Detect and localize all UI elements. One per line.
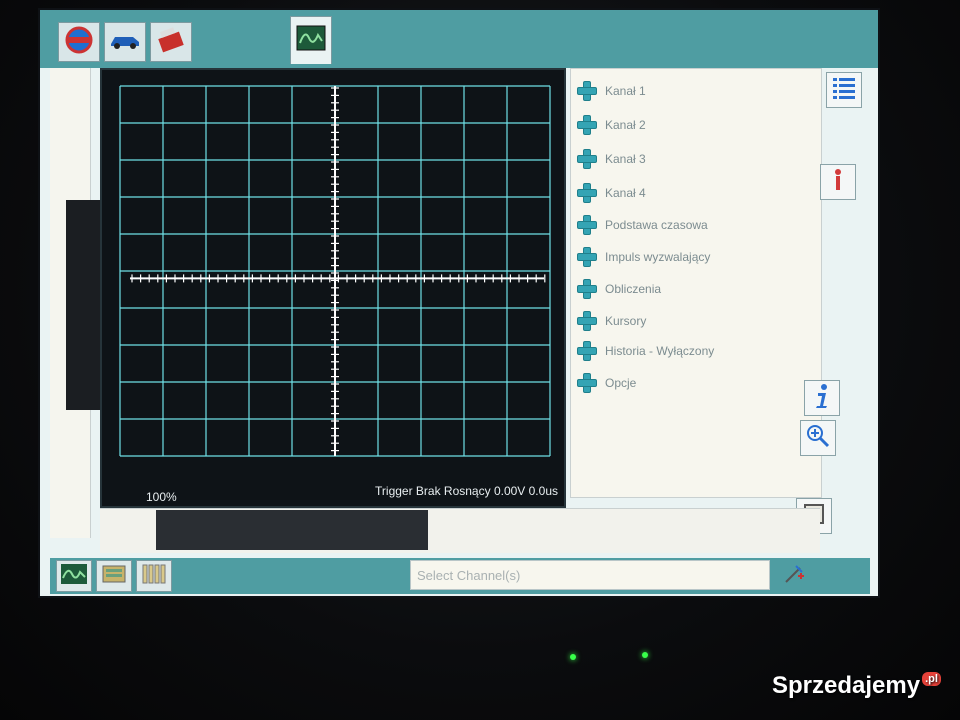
car-icon (109, 30, 141, 55)
menu-item-label: Kanał 3 (605, 152, 646, 166)
plus-icon (577, 279, 597, 299)
plus-icon (577, 311, 597, 331)
info-button[interactable] (804, 380, 840, 416)
battery-pack-button[interactable] (136, 560, 172, 592)
zoom-percentage: 100% (146, 490, 177, 504)
menu-item-trigger[interactable]: Impuls wyzwalający (577, 245, 710, 269)
info-icon (810, 382, 834, 415)
menu-item-kanal-3[interactable]: Kanał 3 (577, 147, 646, 171)
zoom-icon (805, 423, 831, 454)
toolbox-icon (156, 25, 186, 60)
scope-mode-button[interactable] (56, 560, 92, 592)
plus-icon (577, 81, 597, 101)
menu-item-options[interactable]: Opcje (577, 371, 636, 395)
plus-icon (577, 373, 597, 393)
person-button[interactable] (820, 164, 856, 200)
menu-item-label: Kanał 2 (605, 118, 646, 132)
person-icon (828, 167, 848, 198)
watermark-brand: Sprzedajemy (772, 672, 921, 699)
bottom-taskbar: Select Channel(s) (50, 558, 870, 594)
channel-select-placeholder: Select Channel(s) (417, 567, 521, 583)
tab-oscilloscope[interactable] (290, 16, 332, 64)
list-view-button[interactable] (826, 72, 862, 108)
bottom-scroll-block[interactable] (156, 510, 428, 550)
plus-icon (577, 183, 597, 203)
wand-icon (782, 562, 806, 591)
menu-item-label: Kanał 4 (605, 186, 646, 200)
plus-icon (577, 149, 597, 169)
watermark: Sprzedajemy .pl (772, 672, 941, 700)
watermark-tld: .pl (922, 672, 941, 686)
zoom-button[interactable] (800, 420, 836, 456)
menu-item-label: Opcje (605, 376, 637, 390)
menu-item-calculations[interactable]: Obliczenia (577, 277, 661, 301)
plus-icon (577, 247, 597, 267)
channel-select[interactable]: Select Channel(s) (410, 560, 770, 590)
oscilloscope-wave-icon (60, 563, 88, 590)
tab-nissan[interactable] (58, 22, 100, 62)
settings-menu-panel: Kanał 1 Kanał 2 Kanał 3 Kanał 4 Podstawa… (570, 68, 822, 498)
trigger-status: Trigger Brak Rosnący 0.00V 0.0us (375, 484, 558, 498)
menu-item-history[interactable]: Historia - Wyłączony (577, 339, 714, 363)
status-led (642, 652, 648, 658)
top-tab-bar (40, 10, 878, 68)
nissan-logo-icon (64, 25, 94, 60)
module-button[interactable] (96, 560, 132, 592)
scope-grid (119, 85, 551, 457)
module-icon (100, 562, 128, 591)
menu-item-label: Kanał 1 (605, 84, 646, 98)
list-icon (831, 75, 857, 106)
right-toolbar (796, 68, 866, 538)
menu-item-label: Kursory (605, 314, 647, 328)
menu-item-label: Historia - Wyłączony (605, 344, 715, 358)
tab-tools[interactable] (150, 22, 192, 62)
monitor-screen: 100% Trigger Brak Rosnący 0.00V 0.0us Ka… (38, 8, 880, 598)
menu-item-label: Podstawa czasowa (605, 218, 708, 232)
menu-item-kanal-4[interactable]: Kanał 4 (577, 181, 646, 205)
power-led (570, 654, 576, 660)
clear-selection-button[interactable] (780, 560, 808, 592)
plus-icon (577, 115, 597, 135)
menu-item-kanal-1[interactable]: Kanał 1 (577, 79, 646, 103)
oscilloscope-wave-icon (296, 25, 326, 56)
oscilloscope-display[interactable]: 100% Trigger Brak Rosnący 0.00V 0.0us (100, 68, 566, 508)
menu-item-label: Obliczenia (605, 282, 662, 296)
plus-icon (577, 215, 597, 235)
menu-item-cursors[interactable]: Kursory (577, 309, 646, 333)
plus-icon (577, 341, 597, 361)
battery-pack-icon (140, 562, 168, 591)
menu-item-kanal-2[interactable]: Kanał 2 (577, 113, 646, 137)
menu-item-label: Impuls wyzwalający (605, 250, 711, 264)
tab-vehicle[interactable] (104, 22, 146, 62)
menu-item-timebase[interactable]: Podstawa czasowa (577, 213, 708, 237)
